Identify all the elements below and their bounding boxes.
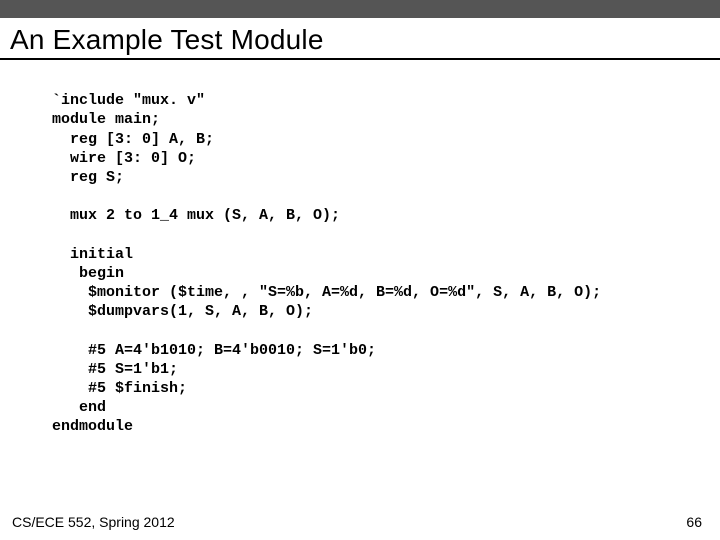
code-block: `include "mux. v" module main; reg [3: 0… [0, 70, 720, 437]
code-line: wire [3: 0] O; [52, 150, 196, 167]
code-line: initial [52, 246, 133, 263]
code-line: endmodule [52, 418, 133, 435]
code-line: #5 $finish; [52, 380, 187, 397]
code-line: $dumpvars(1, S, A, B, O); [52, 303, 313, 320]
code-line: #5 A=4'b1010; B=4'b0010; S=1'b0; [52, 342, 376, 359]
code-line: mux 2 to 1_4 mux (S, A, B, O); [52, 207, 340, 224]
code-line: reg S; [52, 169, 124, 186]
code-line: reg [3: 0] A, B; [52, 131, 214, 148]
code-line: `include "mux. v" [52, 92, 205, 109]
slide-footer: CS/ECE 552, Spring 2012 66 [12, 514, 702, 530]
slide-title: An Example Test Module [0, 18, 720, 58]
code-line: #5 S=1'b1; [52, 361, 178, 378]
code-line: $monitor ($time, , "S=%b, A=%d, B=%d, O=… [52, 284, 601, 301]
title-divider [0, 58, 720, 60]
footer-course: CS/ECE 552, Spring 2012 [12, 514, 175, 530]
code-line: begin [52, 265, 124, 282]
slide-top-bar [0, 0, 720, 18]
code-line: module main; [52, 111, 160, 128]
code-line: end [52, 399, 106, 416]
footer-page-number: 66 [686, 514, 702, 530]
